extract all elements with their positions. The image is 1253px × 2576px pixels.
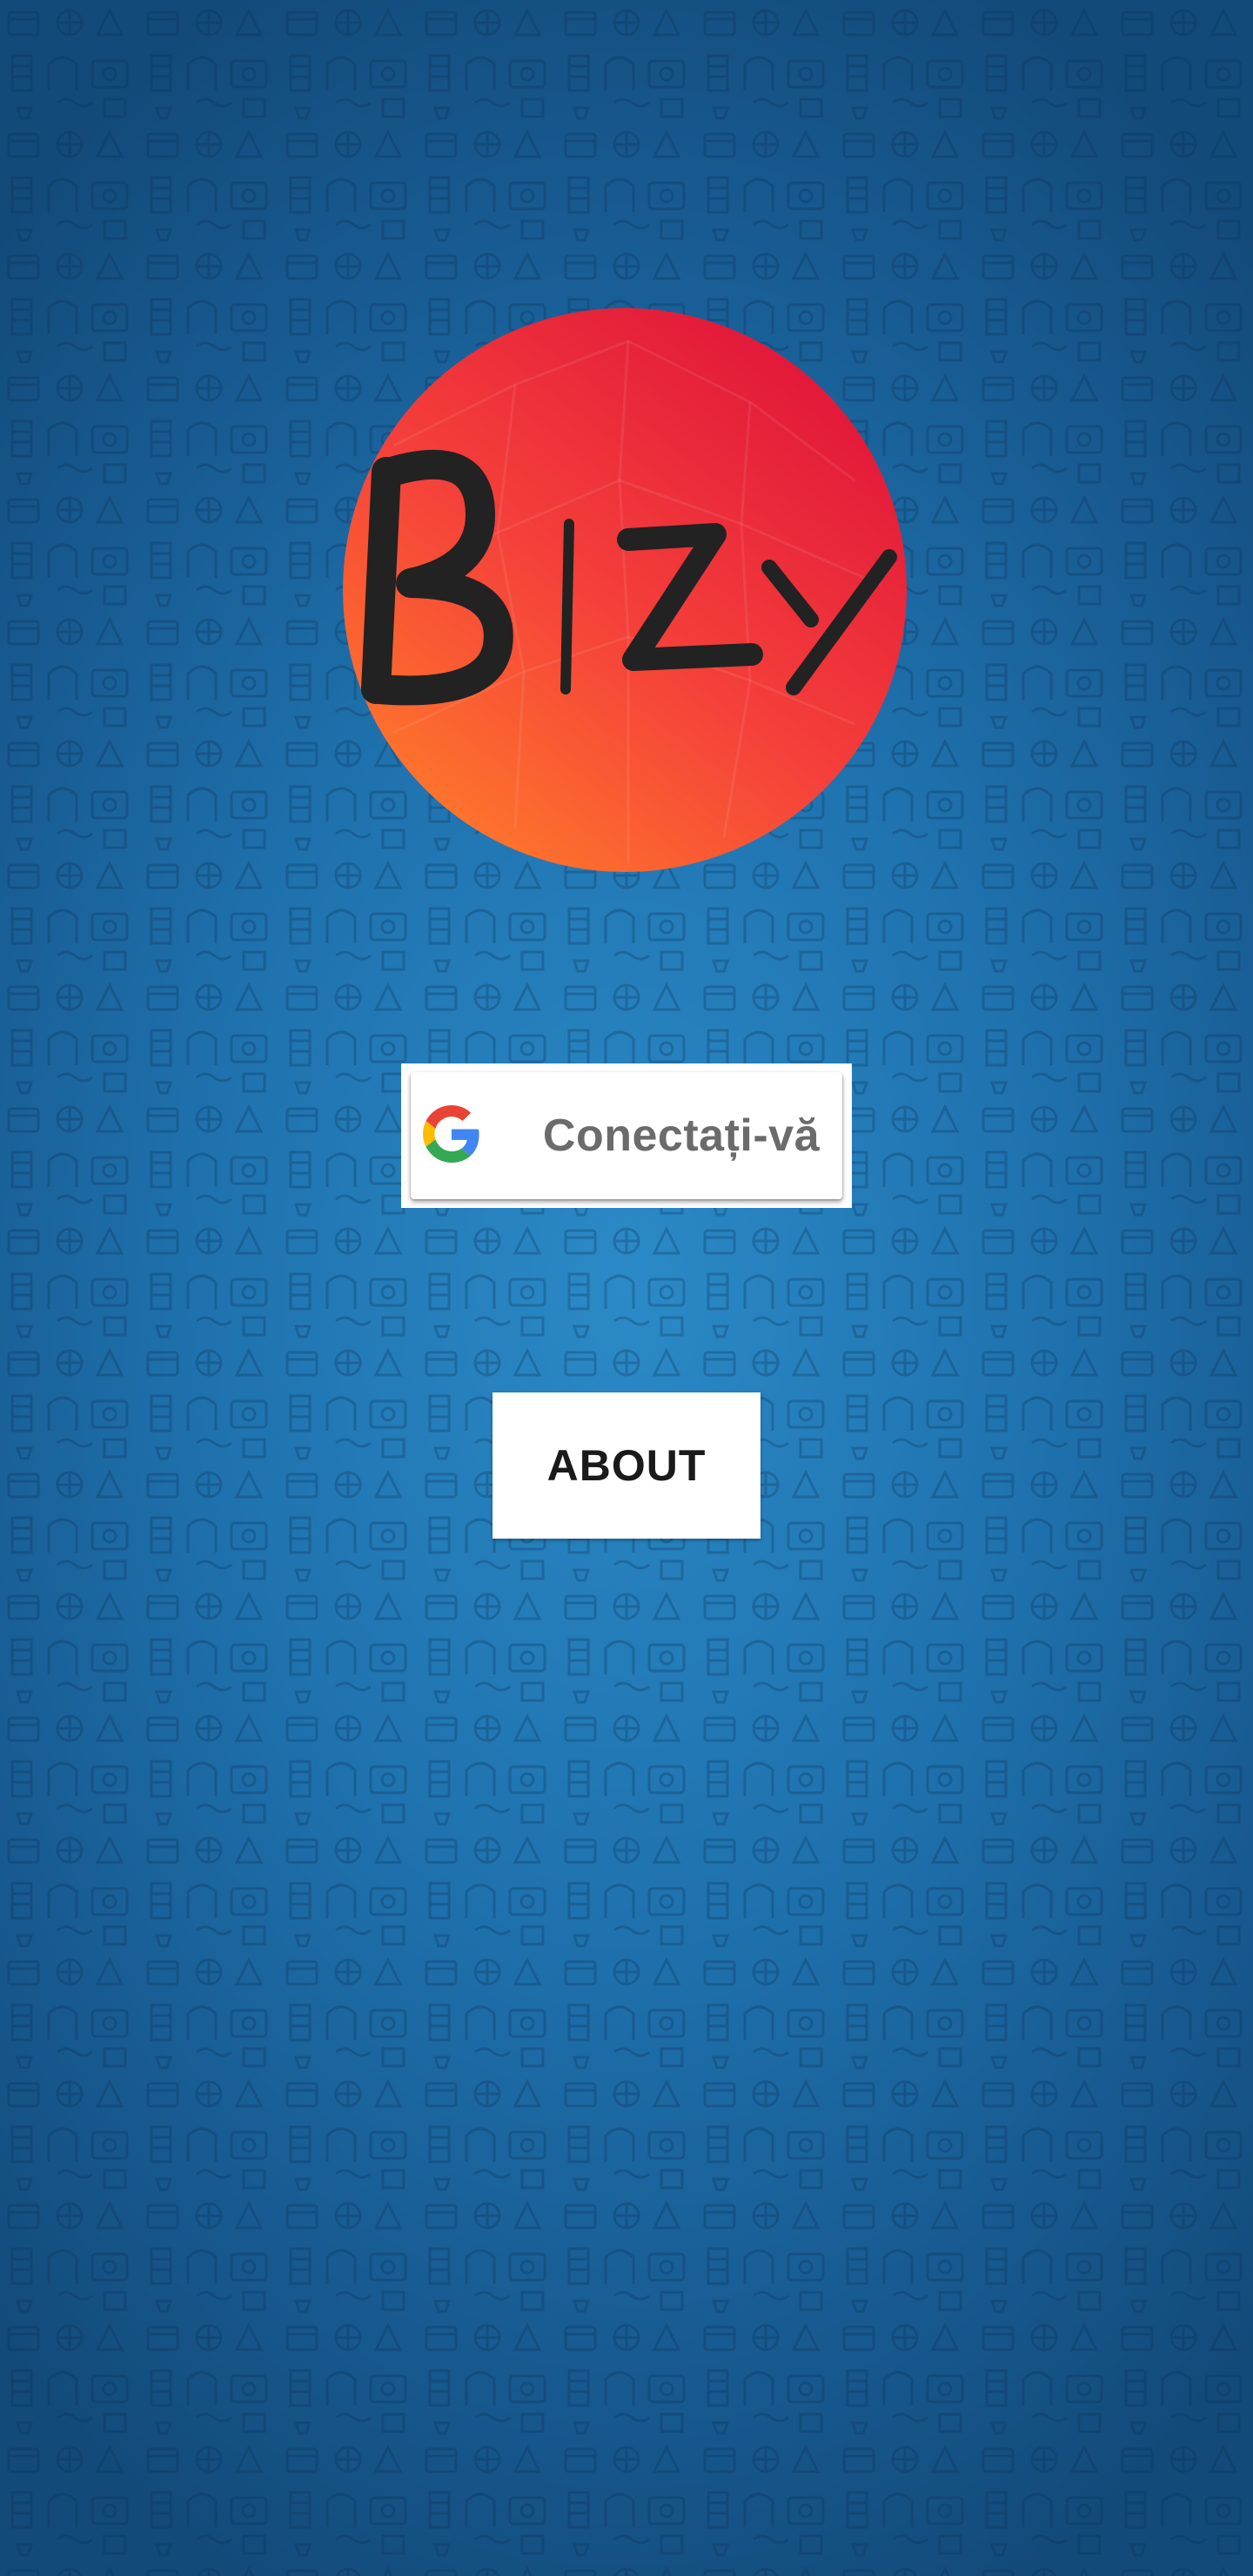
logo-letter-i bbox=[560, 519, 574, 694]
google-signin-button[interactable]: Conectați-vă bbox=[411, 1072, 842, 1199]
google-g-icon bbox=[423, 1105, 479, 1163]
about-button-label: ABOUT bbox=[546, 1441, 707, 1490]
google-signin-label: Conectați-vă bbox=[542, 1110, 820, 1161]
bizy-logo bbox=[343, 308, 907, 872]
about-button[interactable]: ABOUT bbox=[492, 1392, 761, 1539]
